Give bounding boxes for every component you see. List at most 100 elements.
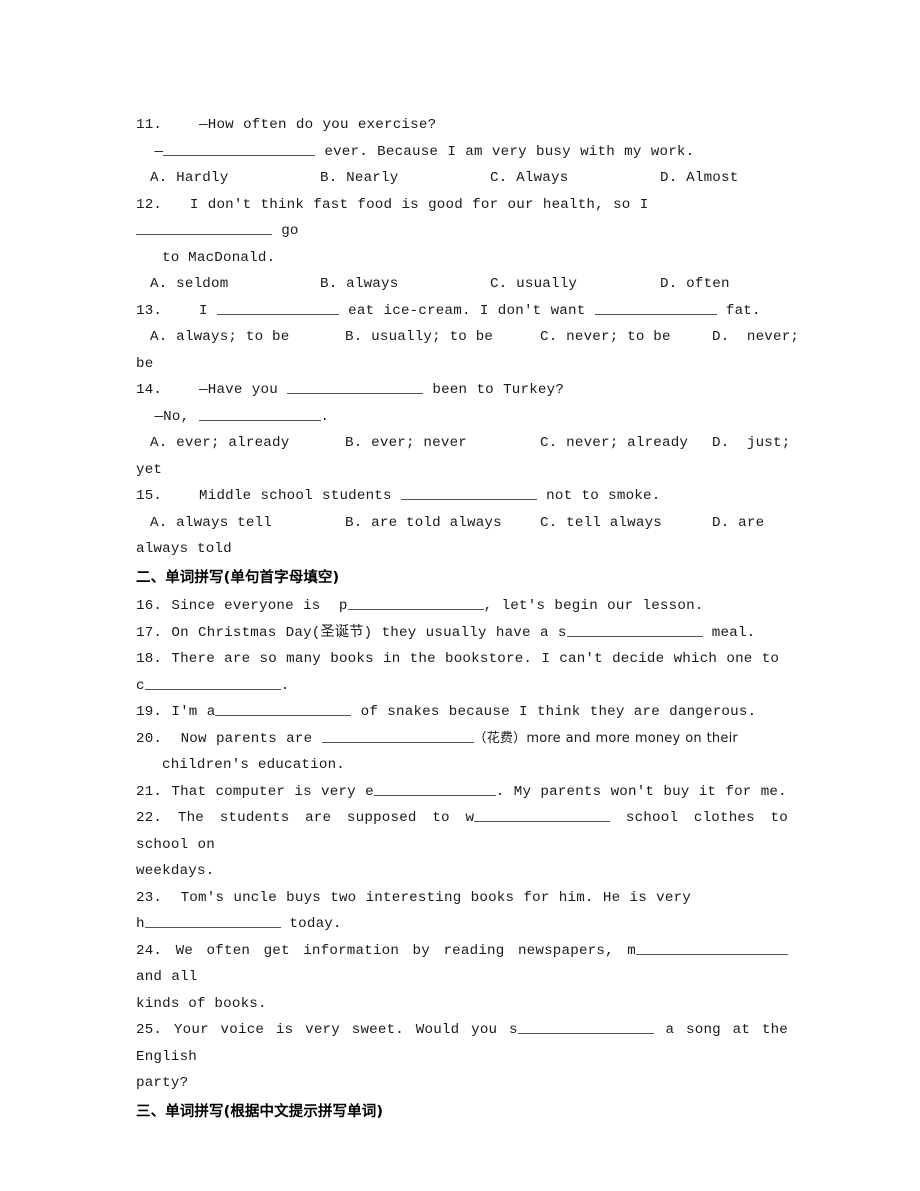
- question-25: 25. Your voice is very sweet. Would you …: [136, 1017, 788, 1097]
- question-12-stem-head: I don't think fast food is good for our …: [189, 196, 658, 213]
- question-13: 13. I eat ice-cream. I don't want fat. A…: [136, 298, 799, 378]
- option-13-a[interactable]: A. always; to be: [150, 324, 345, 351]
- option-13-b[interactable]: B. usually; to be: [345, 324, 540, 351]
- question-22-blank[interactable]: [474, 808, 611, 822]
- option-15-b[interactable]: B. are told always: [345, 510, 540, 537]
- question-25-line-1: 25. Your voice is very sweet. Would you …: [136, 1017, 788, 1070]
- question-12: 12. I don't think fast food is good for …: [136, 192, 788, 298]
- question-13-options-overflow: be: [136, 355, 154, 372]
- question-23-stem-text: Tom's uncle buys two interesting books f…: [180, 889, 691, 906]
- option-14-d[interactable]: D. just;: [712, 430, 790, 457]
- question-11-number: 11.: [136, 117, 163, 133]
- question-21: 21. That computer is very e . My parents …: [136, 779, 788, 806]
- option-15-a[interactable]: A. always tell: [150, 510, 345, 537]
- question-15-stem-head: Middle school students: [199, 488, 401, 504]
- question-11-stem-line-2: — ever. Because I am very busy with my w…: [136, 139, 788, 166]
- question-13-options: A. always; to be B. usually; to be C. neve…: [136, 324, 799, 351]
- question-24-line-2: kinds of books.: [136, 995, 267, 1012]
- option-14-c[interactable]: C. never; already: [540, 430, 712, 457]
- question-24-number: 24.: [136, 942, 163, 959]
- question-14-blank-1[interactable]: [287, 380, 424, 394]
- question-13-blank-2[interactable]: [594, 300, 717, 315]
- option-11-a[interactable]: A. Hardly: [150, 165, 320, 192]
- question-18-line-2: c.: [136, 673, 788, 700]
- option-11-b[interactable]: B. Nearly: [320, 165, 490, 192]
- question-21-blank[interactable]: [373, 781, 496, 796]
- question-22: 22. The students are supposed to w schoo…: [136, 805, 788, 885]
- question-14-stem-line-1: 14. —Have you been to Turkey?: [136, 377, 788, 404]
- question-15-stem: 15. Middle school students not to smoke.: [136, 483, 788, 510]
- question-23-stem-tail: today.: [280, 916, 342, 932]
- question-24-stem-head: We often get information by reading news…: [162, 942, 636, 959]
- question-24-blank[interactable]: [636, 940, 788, 955]
- option-11-c[interactable]: C. Always: [490, 165, 660, 192]
- question-14-answer-tail: .: [320, 408, 330, 425]
- question-12-stem-line-1: 12. I don't think fast food is good for …: [136, 192, 788, 245]
- question-20-blank[interactable]: [321, 728, 474, 743]
- question-22-stem-head: The students are supposed to w: [162, 810, 475, 826]
- question-16-number: 16.: [136, 598, 163, 614]
- question-11: 11. —How often do you exercise? — ever. …: [136, 112, 788, 192]
- question-12-number: 12.: [136, 196, 163, 213]
- question-19: 19. I'm a of snakes because I think they…: [136, 699, 788, 726]
- question-19-number: 19.: [136, 704, 163, 720]
- question-11-stem-line-1: 11. —How often do you exercise?: [136, 112, 788, 139]
- question-20-stem-head: Now parents are: [180, 730, 322, 747]
- question-12-blank[interactable]: [136, 221, 272, 235]
- question-14-options: A. ever; already B. ever; never C. never; …: [136, 430, 790, 457]
- option-12-c[interactable]: C. usually: [490, 271, 660, 298]
- section-three-heading: 三、单词拼写(根据中文提示拼写单词): [136, 1103, 384, 1120]
- option-13-c[interactable]: C. never; to be: [540, 324, 712, 351]
- option-12-a[interactable]: A. seldom: [150, 271, 320, 298]
- question-19-blank[interactable]: [215, 702, 352, 716]
- question-11-blank[interactable]: [163, 141, 316, 156]
- question-14-number: 14.: [136, 382, 163, 398]
- question-20-stem-tail: （花费）more and more money on their: [473, 730, 738, 746]
- option-13-d[interactable]: D. never;: [712, 324, 799, 351]
- question-23-blank-prefix: h: [136, 916, 145, 932]
- question-15-stem-tail: not to smoke.: [536, 488, 661, 504]
- question-23: 23. Tom's uncle buys two interesting boo…: [136, 885, 788, 938]
- option-15-c[interactable]: C. tell always: [540, 510, 712, 537]
- question-25-blank[interactable]: [517, 1020, 654, 1034]
- question-24: 24. We often get information by reading …: [136, 938, 788, 1018]
- question-19-stem-head: I'm a: [162, 704, 216, 720]
- question-18: 18. There are so many books in the books…: [136, 646, 788, 699]
- question-18-blank-prefix: c: [136, 677, 145, 694]
- question-15: 15. Middle school students not to smoke.…: [136, 483, 788, 563]
- question-16-blank[interactable]: [347, 596, 484, 610]
- question-18-blank[interactable]: [144, 675, 281, 690]
- question-14-answer-head: —No,: [154, 408, 199, 425]
- option-14-a[interactable]: A. ever; already: [150, 430, 345, 457]
- question-21-number: 21.: [136, 783, 163, 800]
- question-14-stem-tail: been to Turkey?: [423, 382, 565, 398]
- question-18-line-1: 18. There are so many books in the books…: [136, 646, 788, 673]
- question-11-options: A. Hardly B. Nearly C. Always D. Almost: [136, 165, 788, 192]
- question-15-blank[interactable]: [400, 486, 537, 500]
- question-22-line-1: 22. The students are supposed to w schoo…: [136, 805, 788, 858]
- question-17-stem-tail: meal.: [702, 624, 756, 641]
- question-17: 17. On Christmas Day(圣诞节) they usually h…: [136, 620, 788, 647]
- question-25-stem-head: Your voice is very sweet. Would you s: [162, 1022, 518, 1038]
- question-23-blank[interactable]: [144, 914, 281, 928]
- question-11-stem-text: —How often do you exercise?: [199, 117, 437, 133]
- question-23-number: 23.: [136, 889, 163, 906]
- question-13-number: 13.: [136, 302, 163, 319]
- option-11-d[interactable]: D. Almost: [660, 165, 738, 192]
- question-13-stem: 13. I eat ice-cream. I don't want fat.: [136, 298, 788, 325]
- question-16-stem-tail: , let's begin our lesson.: [483, 598, 704, 614]
- document-body: 11. —How often do you exercise? — ever. …: [136, 112, 799, 1125]
- option-15-d[interactable]: D. are: [712, 510, 764, 537]
- question-15-options-overflow: always told: [136, 541, 232, 557]
- option-12-d[interactable]: D. often: [660, 271, 730, 298]
- option-12-b[interactable]: B. always: [320, 271, 490, 298]
- question-13-blank-1[interactable]: [216, 300, 339, 315]
- question-25-number: 25.: [136, 1022, 163, 1038]
- question-17-stem-head: On Christmas Day(圣诞节) they usually have …: [162, 624, 567, 641]
- option-14-b[interactable]: B. ever; never: [345, 430, 540, 457]
- question-15-number: 15.: [136, 488, 163, 504]
- question-11-dash: —: [154, 143, 164, 160]
- question-13-stem-mid: eat ice-cream. I don't want: [338, 302, 595, 319]
- question-14-blank-2[interactable]: [198, 406, 321, 421]
- question-17-blank[interactable]: [566, 622, 703, 637]
